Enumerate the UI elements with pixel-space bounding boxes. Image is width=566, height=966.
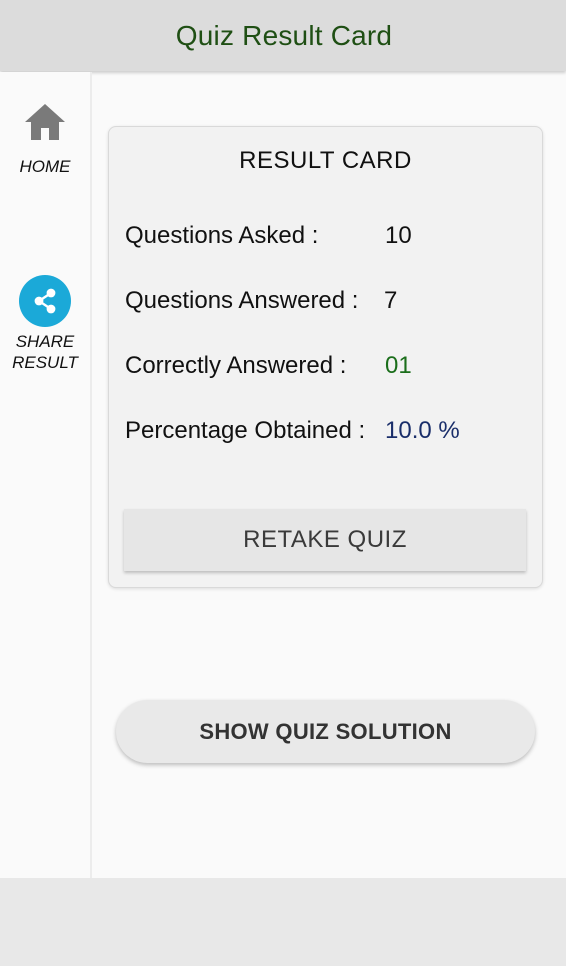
percentage-obtained-value: 10.0 %: [385, 417, 460, 444]
questions-asked-label: Questions Asked :: [125, 222, 319, 249]
correctly-answered-label: Correctly Answered :: [125, 352, 347, 379]
page-title: Quiz Result Card: [175, 19, 393, 51]
result-card: RESULT CARD Questions Asked : 10 Questio…: [108, 126, 543, 588]
share-label-line2: RESULT: [12, 353, 78, 372]
questions-answered-value: 7: [384, 287, 398, 314]
sidebar: HOME SHARE RESULT: [0, 72, 92, 878]
retake-quiz-button[interactable]: RETAKE QUIZ: [124, 509, 526, 571]
result-card-title: RESULT CARD: [239, 147, 412, 174]
questions-answered-label: Questions Answered :: [125, 287, 359, 314]
bottom-bar: [0, 878, 566, 966]
show-quiz-solution-button[interactable]: SHOW QUIZ SOLUTION: [116, 700, 535, 763]
percentage-obtained-label: Percentage Obtained :: [125, 417, 366, 444]
correctly-answered-value: 01: [385, 352, 412, 379]
app-bar: Quiz Result Card: [0, 0, 566, 71]
sidebar-item-share-result[interactable]: SHARE RESULT: [0, 275, 90, 373]
share-icon[interactable]: [19, 275, 71, 327]
home-label: HOME: [19, 157, 71, 176]
questions-asked-value: 10: [385, 222, 412, 249]
home-icon[interactable]: [23, 102, 67, 142]
share-label-line1: SHARE: [15, 332, 75, 351]
sidebar-item-home[interactable]: HOME: [0, 102, 90, 177]
